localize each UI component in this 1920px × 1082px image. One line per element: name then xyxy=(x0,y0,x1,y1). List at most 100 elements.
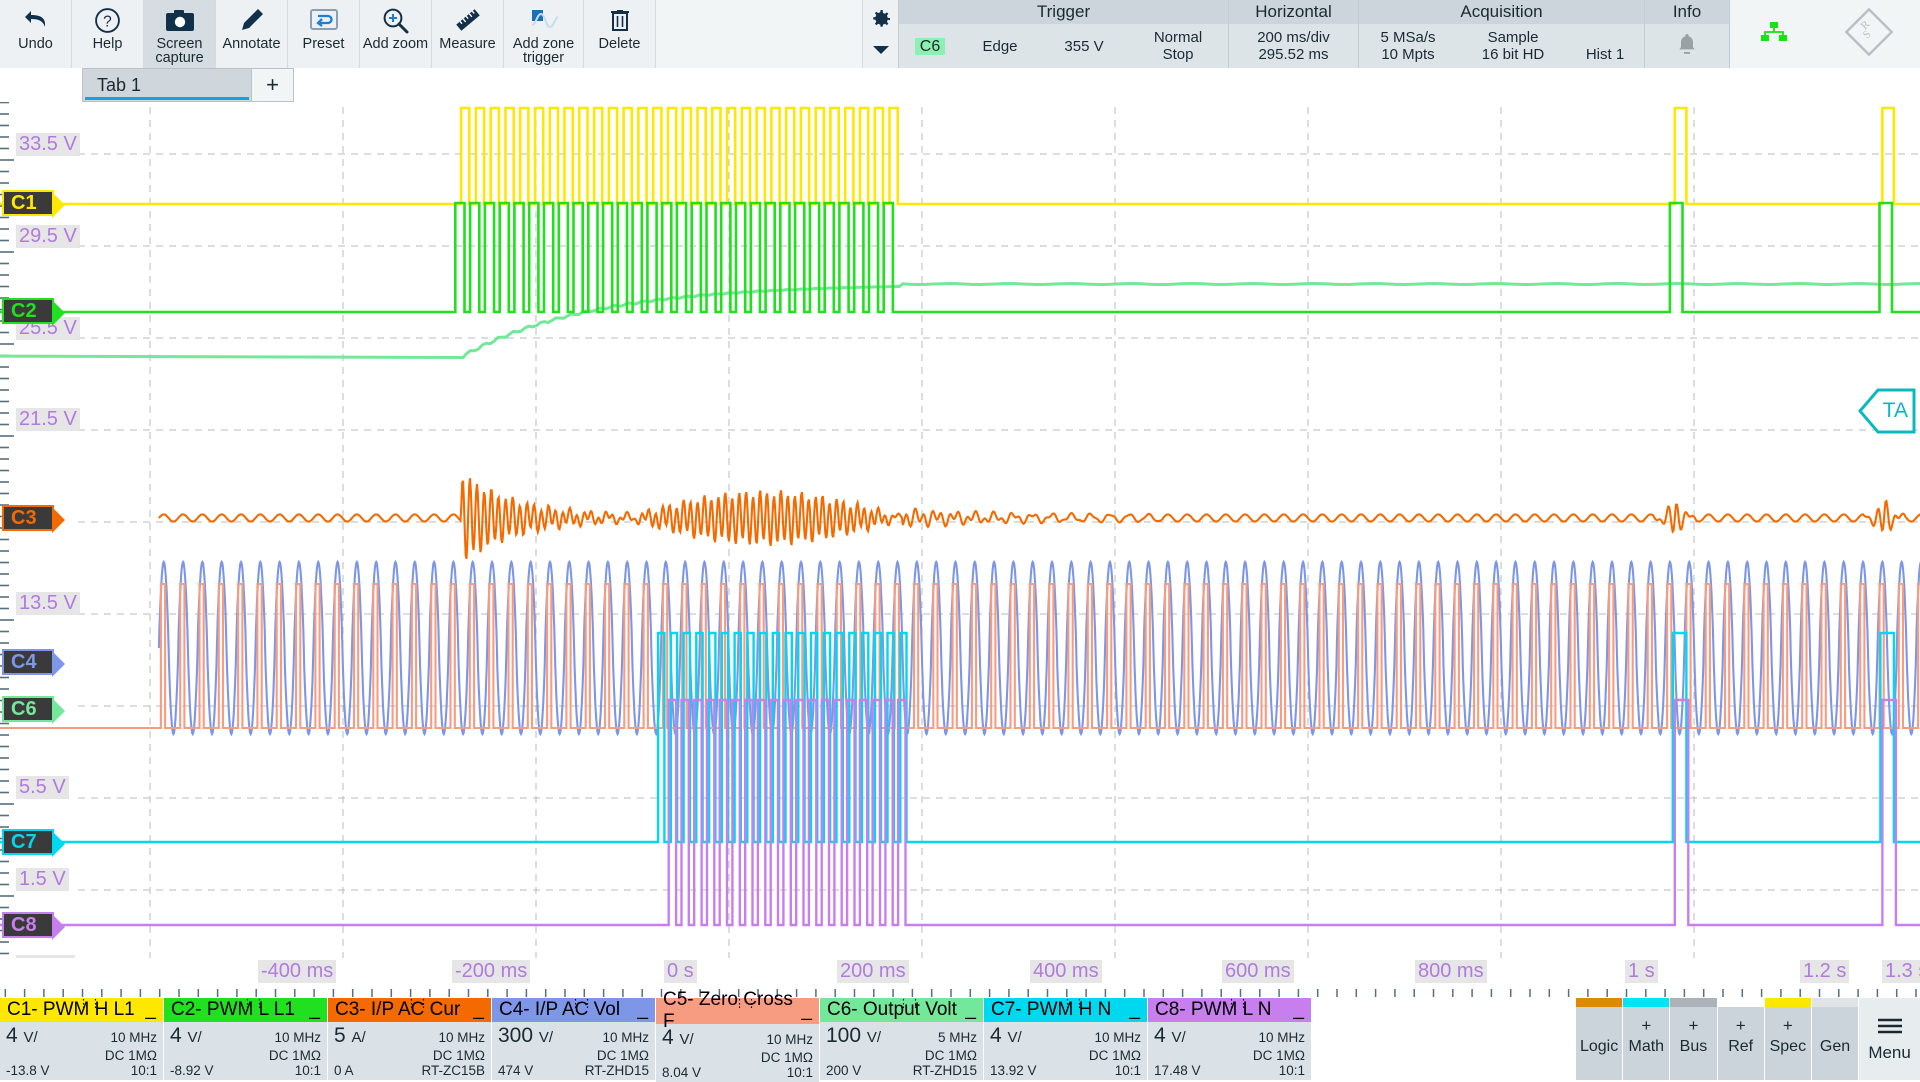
trigger-level-marker-ta[interactable]: TA xyxy=(1858,388,1916,434)
channel-marker-c2[interactable]: C2 xyxy=(2,298,65,326)
toolbar-spacer xyxy=(656,0,863,68)
add-tab-button[interactable]: + xyxy=(251,69,293,101)
trigger-source-badge[interactable]: C6 xyxy=(914,37,946,55)
panel-button-plus xyxy=(1833,1016,1838,1035)
channel-header-c4[interactable]: C4- I/P AC Vol ⋮⋮ _ xyxy=(492,998,655,1022)
channel-minimize-icon[interactable]: _ xyxy=(1293,999,1304,1021)
tab-1[interactable]: Tab 1 xyxy=(83,69,251,101)
zoom-in-icon xyxy=(382,5,409,35)
trigger-type: Edge xyxy=(982,37,1018,55)
channel-scale: 100 V/ xyxy=(826,1024,882,1047)
channel-name: C6- Output Volt xyxy=(827,999,957,1020)
channel-header-c5[interactable]: C5- Zero Cross F ⋮⋮ _ xyxy=(656,989,819,1032)
channel-minimize-icon[interactable]: _ xyxy=(473,999,484,1021)
channel-settings-c8[interactable]: C8- PWM L N ⋮⋮ _ 4 V/10 MHz DC 1MΩ 17.48 V 10… xyxy=(1148,998,1312,1080)
gear-icon[interactable] xyxy=(869,7,893,36)
panel-button-gen[interactable]: Gen xyxy=(1811,998,1860,1080)
channel-settings-c5[interactable]: C5- Zero Cross F ⋮⋮ _ 4 V/10 MHz DC 1MΩ 8.04… xyxy=(656,989,820,1082)
undo-button[interactable]: Undo xyxy=(0,0,72,68)
channel-offset: 8.04 V xyxy=(662,1065,702,1080)
channel-scale: 5 A/ xyxy=(334,1024,366,1047)
channel-marker-c4[interactable]: C4 xyxy=(2,649,65,677)
channel-settings-c1[interactable]: C1- PWM H L1 ⋮⋮ _ 4 V/10 MHz DC 1MΩ -13.8 V 1… xyxy=(0,998,164,1080)
channel-minimize-icon[interactable]: _ xyxy=(965,999,976,1021)
channel-marker-c7[interactable]: C7 xyxy=(2,829,65,857)
help-button[interactable]: ? Help xyxy=(72,0,144,68)
add-zoom-button[interactable]: Add zoom xyxy=(360,0,432,68)
channel-settings-c2[interactable]: C2- PWM L L1 ⋮⋮ _ 4 V/10 MHz DC 1MΩ -8.92 V 1… xyxy=(164,998,328,1080)
panel-button-spec[interactable]: + Spec xyxy=(1764,998,1812,1080)
channel-probe: RT-ZC15B xyxy=(421,1063,485,1078)
channel-marker-c8[interactable]: C8 xyxy=(2,912,65,940)
channel-settings-c6[interactable]: C6- Output Volt ⋮⋮ _ 100 V/5 MHz DC 1MΩ 200 … xyxy=(820,998,984,1080)
channel-header-c3[interactable]: C3- I/P AC Cur ⋮⋮ _ xyxy=(328,998,491,1022)
marker-tip xyxy=(52,192,65,218)
channel-minimize-icon[interactable]: _ xyxy=(309,999,320,1021)
channel-marker-c3[interactable]: C3 xyxy=(2,505,65,533)
annotate-label: Annotate xyxy=(222,36,281,52)
trigger-group[interactable]: Trigger C6 Edge 355 V Normal Stop xyxy=(899,0,1229,68)
x-axis-label: 200 ms xyxy=(837,960,909,983)
channel-header-c8[interactable]: C8- PWM L N ⋮⋮ _ xyxy=(1148,998,1311,1022)
bell-icon[interactable] xyxy=(1674,31,1700,62)
channel-coupling: DC 1MΩ xyxy=(924,1048,977,1063)
channel-header-c1[interactable]: C1- PWM H L1 ⋮⋮ _ xyxy=(0,998,163,1022)
tab-1-label: Tab 1 xyxy=(97,74,142,95)
menu-button[interactable]: Menu xyxy=(1859,998,1920,1080)
channel-probe: RT-ZHD15 xyxy=(584,1063,649,1078)
network-icon[interactable] xyxy=(1758,20,1790,49)
channel-marker-label: C8 xyxy=(11,913,37,936)
svg-text:?: ? xyxy=(103,13,112,30)
channel-minimize-icon[interactable]: _ xyxy=(637,999,648,1021)
channel-bandwidth: 10 MHz xyxy=(766,1032,813,1047)
waveform-plot-area[interactable]: 37.5 V33.5 V29.5 V25.5 V21.5 V13.5 V5.5 … xyxy=(0,68,1920,958)
panel-button-cap xyxy=(1670,998,1717,1007)
x-axis-label: 600 ms xyxy=(1222,960,1294,983)
add-zoom-label: Add zoom xyxy=(362,36,429,52)
x-axis-label: -200 ms xyxy=(452,960,531,983)
channel-settings-c4[interactable]: C4- I/P AC Vol ⋮⋮ _ 300 V/10 MHz DC 1MΩ 474 … xyxy=(492,998,656,1080)
channel-minimize-icon[interactable]: _ xyxy=(801,1000,812,1022)
settings-column xyxy=(863,0,899,68)
info-title: Info xyxy=(1645,0,1729,24)
help-label: Help xyxy=(92,36,123,52)
channel-marker-c1[interactable]: C1 xyxy=(2,190,65,218)
panel-button-ref[interactable]: + Ref xyxy=(1717,998,1765,1080)
x-axis-label: 0 s xyxy=(664,960,697,983)
menu-dots-icon: ⋮⋮ xyxy=(570,998,594,1010)
channel-minimize-icon[interactable]: _ xyxy=(1129,999,1140,1021)
channel-marker-c6[interactable]: C6 xyxy=(2,696,65,724)
channel-body: 4 V/10 MHz DC 1MΩ 13.92 V 10:1 xyxy=(984,1022,1147,1080)
rohde-schwarz-logo: RS xyxy=(1844,7,1893,61)
channel-probe: 10:1 xyxy=(786,1065,813,1080)
channel-scale-unit: V/ xyxy=(23,1029,38,1046)
chevron-down-icon[interactable] xyxy=(871,43,891,61)
channel-offset: -13.8 V xyxy=(6,1063,50,1078)
add-zone-trigger-button[interactable]: Add zone trigger xyxy=(504,0,584,68)
channel-name: C1- PWM H L1 xyxy=(7,999,135,1020)
help-icon: ? xyxy=(94,5,121,35)
acquisition-group[interactable]: Acquisition 5 MSa/s 10 Mpts Sample 16 bi… xyxy=(1359,0,1645,68)
channel-header-c2[interactable]: C2- PWM L L1 ⋮⋮ _ xyxy=(164,998,327,1022)
info-group[interactable]: Info xyxy=(1645,0,1730,68)
panel-button-bus[interactable]: + Bus xyxy=(1670,998,1718,1080)
delete-button[interactable]: Delete xyxy=(584,0,656,68)
channel-coupling: DC 1MΩ xyxy=(268,1048,321,1063)
preset-button[interactable]: Preset xyxy=(288,0,360,68)
channel-scale: 4 V/ xyxy=(6,1024,38,1047)
measure-button[interactable]: Measure xyxy=(432,0,504,68)
channel-header-c7[interactable]: C7- PWM H N ⋮⋮ _ xyxy=(984,998,1147,1022)
panel-button-math[interactable]: + Math xyxy=(1623,998,1671,1080)
channel-settings-c3[interactable]: C3- I/P AC Cur ⋮⋮ _ 5 A/10 MHz DC 1MΩ 0 A RT-… xyxy=(328,998,492,1080)
panel-button-logic[interactable]: Logic xyxy=(1576,998,1624,1080)
horizontal-group[interactable]: Horizontal 200 ms/div 295.52 ms xyxy=(1229,0,1359,68)
marker-tip xyxy=(52,651,65,677)
channel-header-c6[interactable]: C6- Output Volt ⋮⋮ _ xyxy=(820,998,983,1022)
channel-minimize-icon[interactable]: _ xyxy=(145,999,156,1021)
channel-settings-c7[interactable]: C7- PWM H N ⋮⋮ _ 4 V/10 MHz DC 1MΩ 13.92 V 10… xyxy=(984,998,1148,1080)
ruler-icon xyxy=(454,5,482,35)
channel-body: 300 V/10 MHz DC 1MΩ 474 V RT-ZHD15 xyxy=(492,1022,655,1080)
annotate-button[interactable]: Annotate xyxy=(216,0,288,68)
channel-bandwidth: 10 MHz xyxy=(602,1030,649,1045)
screen-capture-button[interactable]: Screen capture xyxy=(144,0,216,68)
